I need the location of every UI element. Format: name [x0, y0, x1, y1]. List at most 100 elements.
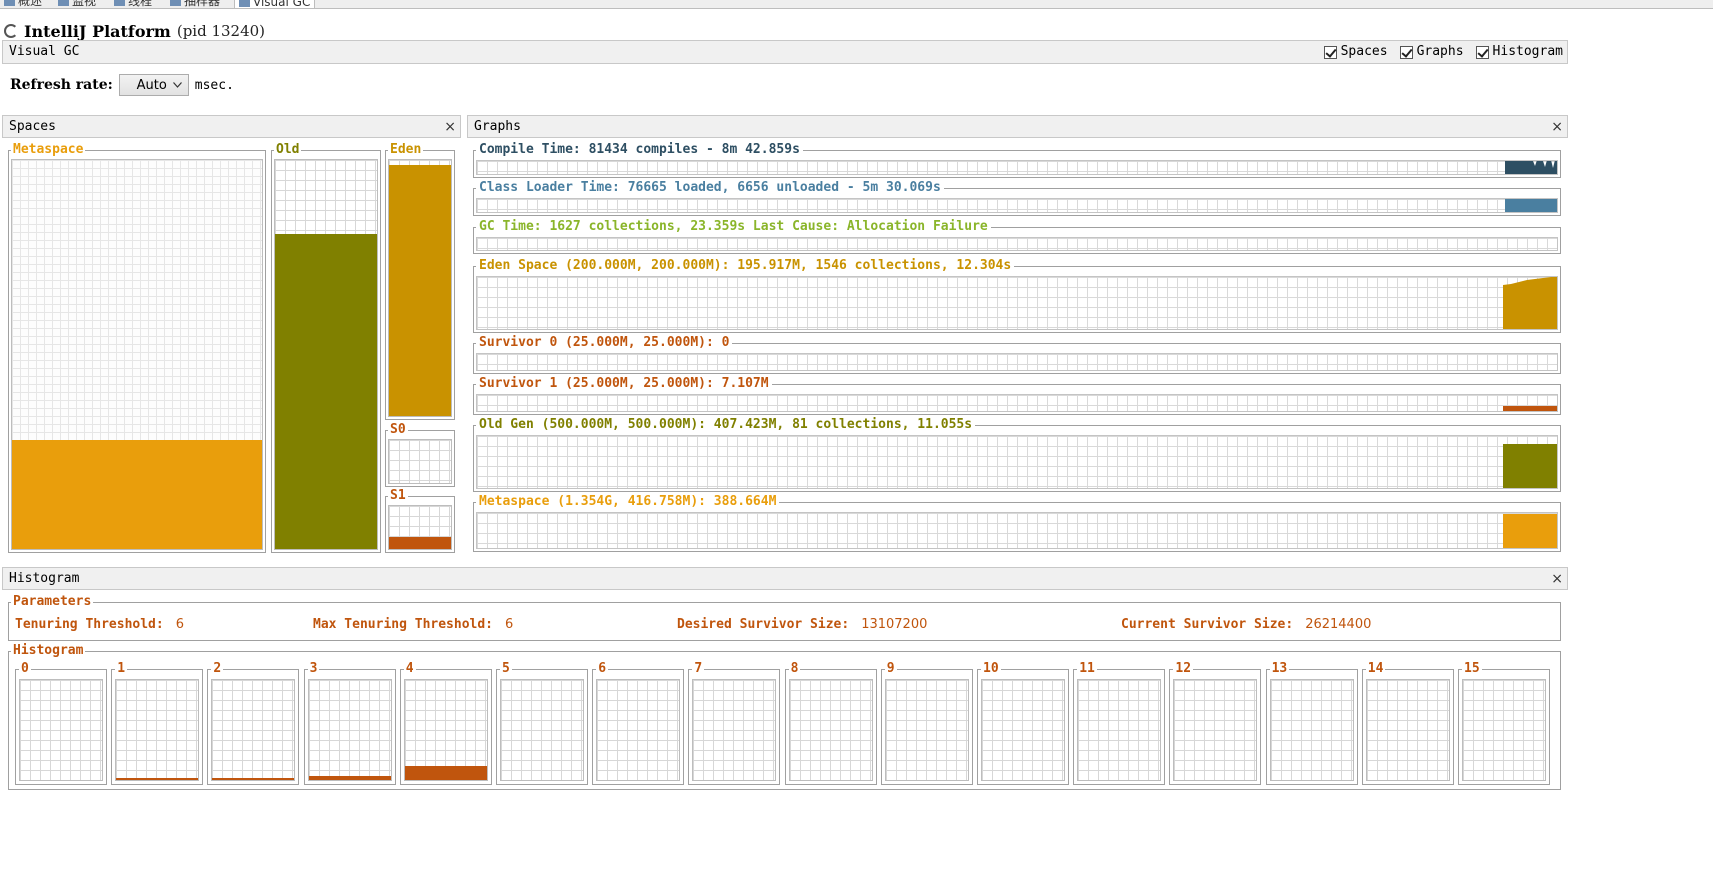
refresh-spinner-icon: [4, 24, 18, 38]
tab-sampler-label: 抽样器: [184, 0, 221, 8]
graphs-panel-header: Graphs ×: [467, 115, 1568, 138]
graphs-checkbox[interactable]: Graphs: [1399, 41, 1464, 63]
s1-space-fill: [389, 536, 451, 549]
param-max-tenuring-threshold-label: Max Tenuring Threshold:: [313, 617, 494, 632]
histogram-bin-label: 2: [211, 661, 224, 677]
close-graphs-icon[interactable]: ×: [1551, 116, 1563, 138]
histogram-bin-label: 11: [1077, 661, 1097, 677]
histogram-bin-label: 13: [1269, 661, 1290, 677]
tab-overview[interactable]: 概述: [4, 0, 42, 8]
sampler-icon: [170, 0, 181, 6]
histogram-checkbox-label: Histogram: [1492, 44, 1563, 59]
refresh-rate-row: Refresh rate: Auto msec.: [10, 73, 234, 97]
histogram-panel-header: Histogram ×: [2, 567, 1568, 590]
histogram-bin: 7: [688, 661, 781, 785]
visual-gc-header: Visual GC Spaces Graphs Histogram: [2, 40, 1568, 64]
graphs-checkbox-label: Graphs: [1416, 44, 1464, 59]
checkbox-checked-icon: [1475, 45, 1489, 59]
metaspace-series: [1503, 514, 1557, 548]
histogram-bin-label: 12: [1173, 661, 1194, 677]
close-spaces-icon[interactable]: ×: [444, 116, 456, 138]
histogram-bin-plot: [403, 679, 488, 781]
graph-survivor-1-label: Survivor 1 (25.000M, 25.000M): 7.107M: [476, 375, 772, 393]
tab-sampler[interactable]: 抽样器: [170, 0, 220, 8]
param-tenuring-threshold-value: 6: [175, 617, 184, 632]
histogram-bin-label: 0: [19, 661, 31, 677]
spaces-checkbox[interactable]: Spaces: [1323, 41, 1388, 63]
param-current-survivor-size-label: Current Survivor Size:: [1121, 617, 1294, 632]
eden-space-plot: [388, 159, 452, 417]
graph-survivor-0: Survivor 0 (25.000M, 25.000M): 0: [473, 334, 1561, 374]
graph-class-loader-time: Class Loader Time: 76665 loaded, 6656 un…: [473, 179, 1561, 216]
eden-space-fill: [389, 165, 451, 416]
old-space: Old: [271, 142, 381, 553]
graph-metaspace-label: Metaspace (1.354G, 416.758M): 388.664M: [476, 493, 780, 511]
histogram-bin: 13: [1265, 661, 1358, 785]
survivor-1-series: [1503, 406, 1557, 411]
graph-gc-time-plot: [476, 237, 1558, 251]
refresh-rate-label: Refresh rate:: [10, 77, 113, 93]
histogram-bin-plot: [500, 679, 584, 781]
refresh-rate-value: Auto: [136, 77, 167, 93]
histogram-bin-plot: [19, 679, 103, 781]
graph-gc-time-label: GC Time: 1627 collections, 23.359s Last …: [476, 218, 991, 236]
tab-threads-label: 线程: [128, 0, 153, 8]
param-max-tenuring-threshold: Max Tenuring Threshold: 6: [313, 617, 513, 632]
histogram-bin: 12: [1169, 661, 1262, 785]
graph-survivor-0-plot: [476, 353, 1558, 371]
histogram-bin-plot: [307, 679, 392, 781]
histogram-bin-label: 6: [596, 661, 609, 677]
refresh-rate-select[interactable]: Auto: [118, 74, 189, 96]
metaspace-space-label: Metaspace: [11, 142, 86, 158]
refresh-rate-unit: msec.: [194, 77, 234, 93]
tab-threads[interactable]: 线程: [114, 0, 152, 8]
tab-visual-gc-label: Visual GC: [253, 0, 311, 9]
histogram-bin-bar: [212, 778, 295, 780]
histogram-checkbox[interactable]: Histogram: [1475, 41, 1563, 63]
histogram-bin-plot: [981, 679, 1065, 781]
histogram-bin: 2: [207, 661, 300, 785]
graph-metaspace: Metaspace (1.354G, 416.758M): 388.664M: [473, 493, 1561, 552]
graph-old-gen-plot: [476, 435, 1558, 489]
graph-eden-space: Eden Space (200.000M, 200.000M): 195.917…: [473, 257, 1561, 333]
histogram-bin-plot: [1269, 679, 1354, 781]
old-space-plot: [274, 159, 378, 550]
graph-class-loader-time-label: Class Loader Time: 76665 loaded, 6656 un…: [476, 179, 944, 197]
histogram-bin: 0: [15, 661, 107, 785]
histogram-bin: 15: [1458, 661, 1550, 785]
checkbox-checked-icon: [1399, 45, 1413, 59]
param-desired-survivor-size-value: 13107200: [861, 617, 928, 632]
spaces-checkbox-label: Spaces: [1340, 44, 1388, 59]
spaces-panel-title: Spaces: [9, 119, 56, 134]
graph-old-gen-label: Old Gen (500.000M, 500.000M): 407.423M, …: [476, 416, 976, 434]
histogram-bin-label: 8: [788, 661, 801, 677]
s1-space-plot: [388, 505, 452, 550]
class-loader-time-series: [1505, 199, 1557, 212]
histogram-bin-plot: [788, 679, 873, 781]
histogram-bin: 3: [303, 661, 396, 785]
tab-overview-label: 概述: [18, 0, 43, 8]
close-histogram-icon[interactable]: ×: [1551, 568, 1563, 590]
eden-space-series: [1503, 277, 1557, 329]
histogram-bin: 1: [111, 661, 204, 785]
graph-survivor-0-label: Survivor 0 (25.000M, 25.000M): 0: [476, 334, 733, 352]
param-desired-survivor-size-label: Desired Survivor Size:: [677, 617, 850, 632]
top-tab-strip: 概述 监视 线程 抽样器 Visual GC: [0, 0, 1713, 9]
histogram-bin-plot: [1173, 679, 1258, 781]
parameters-title: Parameters: [11, 594, 94, 610]
graph-survivor-1: Survivor 1 (25.000M, 25.000M): 7.107M: [473, 375, 1561, 415]
s1-space-label: S1: [388, 488, 408, 504]
checkbox-checked-icon: [1323, 45, 1337, 59]
eden-space-label: Eden: [388, 142, 424, 158]
s1-space: S1: [385, 488, 455, 553]
histogram-bin: 6: [592, 661, 685, 785]
overview-icon: [4, 0, 15, 6]
histogram-bin-plot: [596, 679, 681, 781]
tab-monitor[interactable]: 监视: [58, 0, 96, 8]
view-options: Spaces Graphs Histogram: [1312, 41, 1563, 63]
histogram-bin-label: 9: [884, 661, 897, 677]
monitor-icon: [58, 0, 69, 6]
tab-visual-gc[interactable]: Visual GC: [234, 0, 316, 9]
s0-space-label: S0: [388, 422, 408, 438]
tab-monitor-label: 监视: [72, 0, 97, 8]
